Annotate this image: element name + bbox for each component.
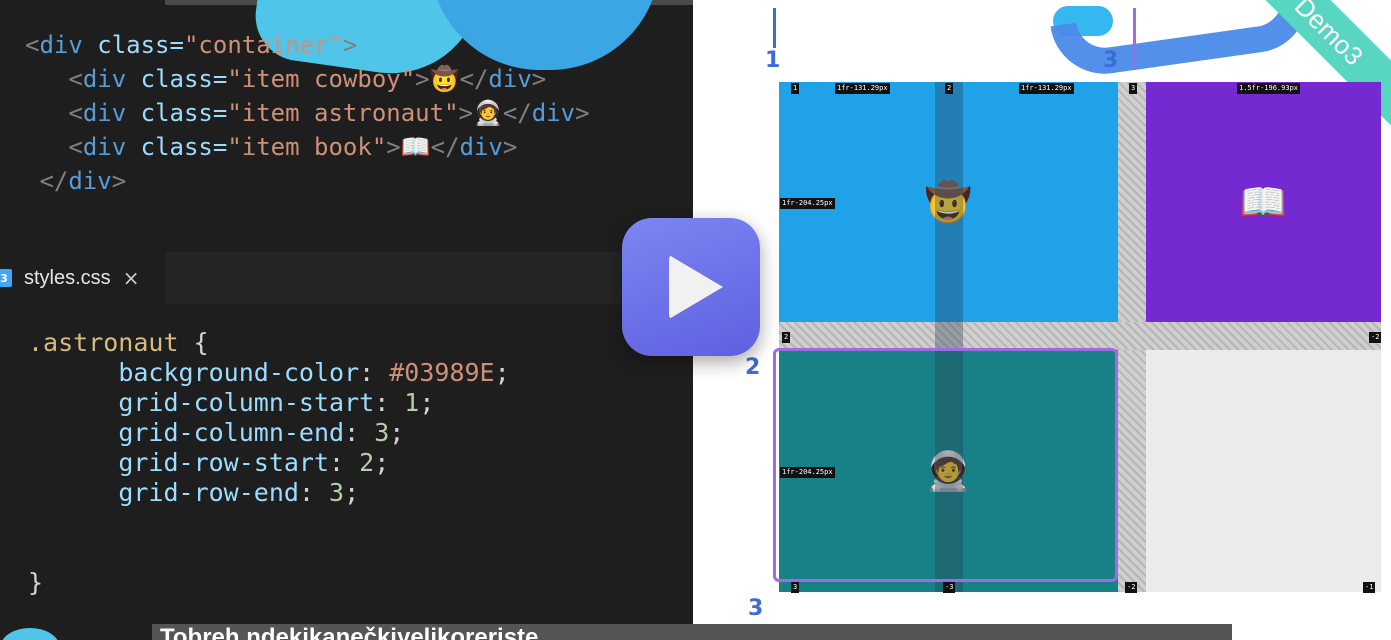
tag-name: div bbox=[488, 65, 532, 93]
code-line: grid-row-end: 3; bbox=[118, 478, 360, 507]
css-value: 3 bbox=[329, 478, 345, 507]
track-size-label: 1fr-131.29px bbox=[1019, 83, 1074, 94]
tab-styles-css[interactable]: 3 styles.css × bbox=[0, 252, 165, 304]
emoji: 🤠 bbox=[429, 65, 460, 93]
css-property: grid-row-start bbox=[118, 448, 330, 477]
hand-number: 1 bbox=[765, 48, 781, 73]
tag-name: div bbox=[82, 65, 127, 93]
css-selector: .astronaut bbox=[28, 328, 179, 357]
tag-bracket: </ bbox=[430, 133, 460, 161]
tag-bracket: > bbox=[502, 133, 518, 161]
tag-bracket: > bbox=[386, 133, 401, 161]
hand-arrow bbox=[773, 8, 776, 48]
tag-name: div bbox=[39, 31, 83, 59]
tag-bracket: > bbox=[575, 99, 590, 127]
css3-icon: 3 bbox=[0, 269, 12, 287]
tag-bracket: </ bbox=[459, 65, 489, 93]
grid-line-number: 2 bbox=[945, 83, 954, 94]
css-value: 1 bbox=[404, 388, 420, 417]
tag-name: div bbox=[531, 99, 576, 127]
attribute-value: "item cowboy" bbox=[227, 65, 416, 93]
grid-line-number: -2 bbox=[1125, 582, 1138, 593]
code-line: <div class="container"> bbox=[25, 28, 590, 62]
css-property: grid-column-start bbox=[118, 388, 375, 417]
attribute-name: class= bbox=[126, 133, 228, 161]
code-line: grid-row-start: 2; bbox=[118, 448, 390, 477]
tag-name: div bbox=[68, 167, 112, 195]
code-editor: <div class="container"> <div class="item… bbox=[0, 0, 693, 640]
editor-tab-bar: 3 styles.css × bbox=[0, 252, 693, 304]
attribute-value: "item book" bbox=[227, 133, 387, 161]
tab-label: styles.css bbox=[24, 266, 111, 289]
code-line: .astronaut { bbox=[28, 328, 209, 357]
tag-bracket: > bbox=[111, 167, 127, 195]
tag-bracket: > bbox=[531, 65, 547, 93]
css-value: #03989E bbox=[389, 358, 495, 387]
code-line: </div> bbox=[25, 164, 590, 198]
tag-name: div bbox=[459, 133, 503, 161]
tag-bracket: > bbox=[415, 65, 430, 93]
hand-number: 3 bbox=[748, 596, 764, 621]
grid-line-number: 3 bbox=[791, 582, 800, 593]
tag-bracket: </ bbox=[39, 167, 69, 195]
hand-number: 3 bbox=[1103, 48, 1119, 73]
tag-bracket: < bbox=[68, 99, 83, 127]
code-line: grid-column-end: 3; bbox=[118, 418, 405, 447]
track-size-label: 1fr-131.29px bbox=[835, 83, 890, 94]
emoji: 📖 bbox=[400, 133, 431, 161]
tag-bracket: < bbox=[68, 65, 83, 93]
css-value: 2 bbox=[359, 448, 375, 477]
code-line: background-color: #03989E; bbox=[118, 358, 510, 387]
tag-bracket: < bbox=[68, 133, 83, 161]
tag-name: div bbox=[82, 133, 127, 161]
track-size-label: 1.5fr-196.93px bbox=[1237, 83, 1301, 94]
hand-number: 2 bbox=[745, 355, 761, 380]
row-gap bbox=[779, 322, 1381, 350]
hand-arrow bbox=[1133, 8, 1136, 70]
css-property: background-color bbox=[118, 358, 360, 387]
track-size-label: 1fr-204.25px bbox=[780, 198, 835, 209]
emoji: 🧑‍🚀 bbox=[472, 99, 503, 127]
tag-bracket: </ bbox=[502, 99, 532, 127]
code-line: <div class="item astronaut">🧑‍🚀</div> bbox=[25, 96, 590, 130]
play-button[interactable] bbox=[622, 218, 760, 356]
play-icon bbox=[669, 255, 723, 319]
tag-bracket: > bbox=[458, 99, 473, 127]
grid-demo-panel: Demo3 1 3 2 3 🤠 📖 🧑‍🚀 1 1fr-131.29px 2 1… bbox=[693, 0, 1391, 640]
html-code-block: <div class="container"> <div class="item… bbox=[25, 28, 590, 198]
attribute-value: "container" bbox=[183, 31, 343, 59]
css-code-block: .astronaut { background-color: #03989E; … bbox=[28, 328, 510, 598]
attribute-name: class= bbox=[126, 65, 228, 93]
grid-line-number: 2 bbox=[782, 332, 791, 343]
code-line: <div class="item cowboy">🤠</div> bbox=[25, 62, 590, 96]
grid-line-number: 1 bbox=[791, 83, 800, 94]
tag-name: div bbox=[82, 99, 127, 127]
tag-bracket: > bbox=[342, 31, 358, 59]
grid-item-book: 📖 bbox=[1146, 82, 1381, 322]
video-caption: Tobreh ndekikanečkiyelikoreriste... bbox=[152, 624, 1232, 640]
code-line: grid-column-start: 1; bbox=[118, 388, 435, 417]
grid-empty-cell bbox=[1146, 350, 1381, 592]
css-property: grid-row-end bbox=[118, 478, 299, 507]
grid-line-number: -1 bbox=[1363, 582, 1376, 593]
attribute-value: "item astronaut" bbox=[227, 99, 459, 127]
attribute-name: class= bbox=[126, 99, 228, 127]
close-icon[interactable]: × bbox=[123, 266, 140, 290]
grid-line-number: -2 bbox=[1369, 332, 1382, 343]
css-value: 3 bbox=[374, 418, 390, 447]
grid-line-number: 3 bbox=[1129, 83, 1138, 94]
tag-bracket: < bbox=[25, 31, 40, 59]
code-line: } bbox=[28, 568, 44, 597]
code-line: <div class="item book">📖</div> bbox=[25, 130, 590, 164]
grid-line-number: -3 bbox=[943, 582, 956, 593]
attribute-name: class= bbox=[82, 31, 184, 59]
hand-drawn-outline bbox=[773, 348, 1118, 582]
css-property: grid-column-end bbox=[118, 418, 345, 447]
